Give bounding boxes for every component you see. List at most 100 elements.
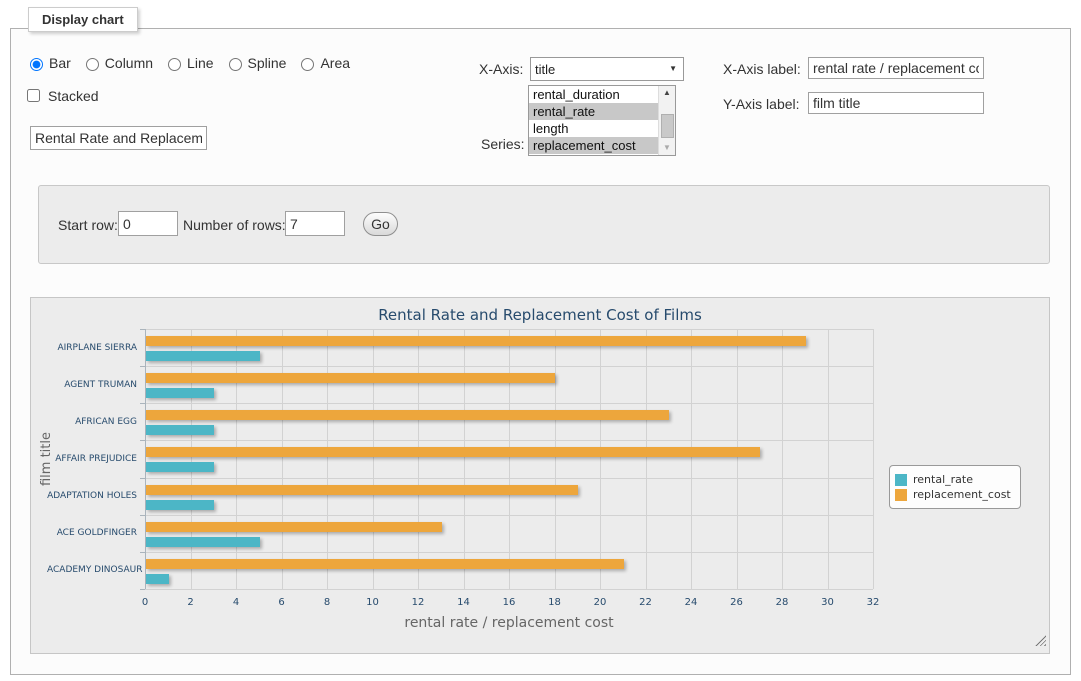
go-button[interactable]: Go: [363, 212, 398, 236]
gridline-vertical: [646, 329, 647, 589]
bar-replacement_cost-5[interactable]: [146, 522, 442, 532]
x-tick-label: 4: [221, 597, 251, 608]
stacked-row: Stacked: [23, 86, 99, 105]
x-tick-label: 8: [312, 597, 342, 608]
series-option-rental_duration[interactable]: rental_duration: [529, 86, 658, 103]
scroll-up-icon[interactable]: ▲: [659, 86, 675, 100]
series-listbox[interactable]: rental_durationrental_ratelengthreplacem…: [528, 85, 676, 156]
legend-item-replacement_cost[interactable]: replacement_cost: [895, 488, 1011, 501]
category-axis-line: [145, 329, 146, 589]
chart-type-option-area: Area: [296, 55, 350, 71]
number-of-rows-input[interactable]: [285, 211, 345, 236]
stacked-checkbox[interactable]: [27, 89, 40, 102]
bar-rental_rate-1[interactable]: [146, 388, 214, 398]
x-tick-label: 22: [631, 597, 661, 608]
scrollbar-thumb[interactable]: [661, 114, 674, 138]
panel-legend: Display chart: [28, 7, 138, 32]
chart-type-radio-spline[interactable]: [229, 58, 242, 71]
bar-rental_rate-0[interactable]: [146, 351, 260, 361]
number-of-rows-label: Number of rows:: [183, 217, 286, 233]
gridline-vertical: [373, 329, 374, 589]
series-option-rental_rate[interactable]: rental_rate: [529, 103, 658, 120]
gridline-vertical: [327, 329, 328, 589]
bar-replacement_cost-6[interactable]: [146, 559, 624, 569]
legend-item-rental_rate[interactable]: rental_rate: [895, 473, 1011, 486]
resize-handle-icon[interactable]: [1035, 635, 1046, 646]
series-option-replacement_cost[interactable]: replacement_cost: [529, 137, 658, 154]
page: Display chart Bar Column Line Spline Area St…: [0, 0, 1081, 681]
gridline-vertical: [282, 329, 283, 589]
bar-replacement_cost-1[interactable]: [146, 373, 555, 383]
category-label: ACADEMY DINOSAUR: [47, 565, 137, 575]
chart-type-option-bar: Bar: [25, 55, 71, 71]
start-row-label: Start row:: [58, 217, 118, 233]
category-label: ACE GOLDFINGER: [47, 528, 137, 538]
legend-label: rental_rate: [913, 473, 973, 486]
x-axis-title: rental rate / replacement cost: [145, 615, 873, 631]
chart-type-radio-area[interactable]: [301, 58, 314, 71]
chart-type-option-spline: Spline: [224, 55, 287, 71]
bar-replacement_cost-3[interactable]: [146, 447, 760, 457]
x-axis-select-label: X-Axis:: [479, 61, 523, 77]
scrollbar[interactable]: ▲ ▼: [658, 86, 675, 155]
start-row-input[interactable]: [118, 211, 178, 236]
x-tick-label: 20: [585, 597, 615, 608]
bar-rental_rate-2[interactable]: [146, 425, 214, 435]
legend-swatch-rental_rate: [895, 474, 907, 486]
gridline-vertical: [191, 329, 192, 589]
gridline-vertical: [418, 329, 419, 589]
x-axis-select-wrap: title ▼: [530, 57, 684, 81]
bar-replacement_cost-2[interactable]: [146, 410, 669, 420]
category-label: AGENT TRUMAN: [47, 380, 137, 390]
chart-type-radio-line[interactable]: [168, 58, 181, 71]
chart-type-label: Area: [320, 55, 350, 71]
chart-type-label: Spline: [248, 55, 287, 71]
gridline-vertical: [236, 329, 237, 589]
x-axis-label-caption: X-Axis label:: [723, 61, 801, 77]
x-axis-select[interactable]: title: [530, 57, 684, 81]
x-tick-label: 14: [449, 597, 479, 608]
y-axis-label-input[interactable]: [808, 92, 984, 114]
gridline-vertical: [509, 329, 510, 589]
x-tick-label: 6: [267, 597, 297, 608]
gridline-horizontal: [145, 478, 873, 479]
gridline-horizontal: [145, 552, 873, 553]
chart-title: Rental Rate and Replacement Cost of Film…: [31, 306, 1049, 324]
x-tick-label: 0: [130, 597, 160, 608]
bar-rental_rate-6[interactable]: [146, 574, 169, 584]
chart-type-option-column: Column: [81, 55, 153, 71]
category-label: AIRPLANE SIERRA: [47, 343, 137, 353]
chart-type-label: Bar: [49, 55, 71, 71]
bar-rental_rate-5[interactable]: [146, 537, 260, 547]
bar-replacement_cost-0[interactable]: [146, 336, 806, 346]
x-tick-label: 28: [767, 597, 797, 608]
gridline-vertical: [555, 329, 556, 589]
chart-type-radio-column[interactable]: [86, 58, 99, 71]
x-tick-label: 18: [540, 597, 570, 608]
category-label: AFRICAN EGG: [47, 417, 137, 427]
x-tick-label: 12: [403, 597, 433, 608]
gridline-vertical: [782, 329, 783, 589]
x-tick-label: 2: [176, 597, 206, 608]
scroll-down-icon[interactable]: ▼: [659, 141, 675, 155]
chart-legend: rental_rate replacement_cost: [889, 465, 1021, 509]
chart-title-input[interactable]: [30, 126, 207, 150]
chart-type-radio-bar[interactable]: [30, 58, 43, 71]
chart-type-option-line: Line: [163, 55, 213, 71]
gridline-horizontal: [145, 589, 873, 590]
x-axis-label-input[interactable]: [808, 57, 984, 79]
gridline-horizontal: [145, 515, 873, 516]
bar-replacement_cost-4[interactable]: [146, 485, 578, 495]
bar-rental_rate-4[interactable]: [146, 500, 214, 510]
category-label: ADAPTATION HOLES: [47, 491, 137, 501]
x-tick-label: 32: [858, 597, 888, 608]
legend-label: replacement_cost: [913, 488, 1011, 501]
x-tick-label: 24: [676, 597, 706, 608]
stacked-label: Stacked: [48, 88, 99, 104]
series-option-length[interactable]: length: [529, 120, 658, 137]
bar-rental_rate-3[interactable]: [146, 462, 214, 472]
gridline-vertical: [600, 329, 601, 589]
y-axis-title: film title: [39, 399, 55, 519]
x-tick-label: 30: [813, 597, 843, 608]
chart-type-radio-group: Bar Column Line Spline Area: [25, 55, 356, 71]
